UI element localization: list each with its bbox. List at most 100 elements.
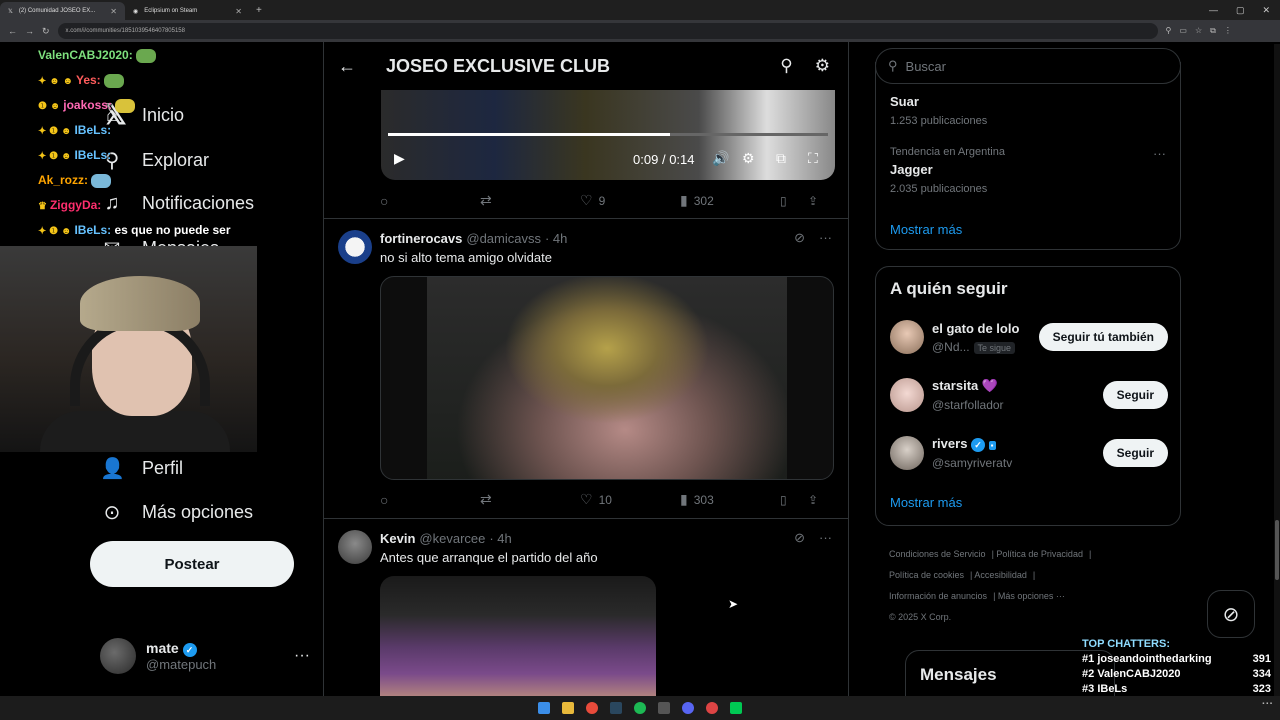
like-button[interactable]: ♡ 10 bbox=[580, 491, 680, 508]
avatar bbox=[890, 436, 924, 470]
footer-link[interactable]: Información de anuncios bbox=[889, 591, 987, 601]
more-dots-icon[interactable]: ··· bbox=[819, 530, 832, 546]
gear-icon[interactable]: ⚙ bbox=[815, 56, 830, 76]
discord-icon[interactable] bbox=[682, 702, 694, 714]
fullscreen-icon[interactable]: ⛶ bbox=[808, 150, 818, 167]
trend-item[interactable]: Tendencia en Argentina Jagger 2.035 publ… bbox=[890, 146, 1005, 195]
footer-link[interactable]: Política de cookies bbox=[889, 570, 964, 580]
tweet-author-name[interactable]: fortinerocavs bbox=[380, 231, 462, 246]
nav-item-mas-opciones[interactable]: ⊙ Más opciones bbox=[100, 500, 253, 525]
footer-link[interactable]: Condiciones de Servicio bbox=[889, 549, 986, 559]
obs-icon[interactable] bbox=[658, 702, 670, 714]
tweet-media-image[interactable] bbox=[380, 576, 656, 696]
follow-back-button[interactable]: Seguir tú también bbox=[1038, 323, 1168, 351]
browser-tab-x[interactable]: 𝕏 (2) Comunidad JOSEO EX... ✕ bbox=[0, 2, 125, 20]
reply-button[interactable]: ○ bbox=[380, 492, 480, 508]
more-dots-icon[interactable]: ··· bbox=[294, 647, 310, 665]
follow-suggestion[interactable]: starsita 💜 @starfollador Seguir bbox=[890, 375, 1168, 415]
bookmark-star-icon[interactable]: ☆ bbox=[1195, 26, 1202, 36]
gear-icon[interactable]: ⚙ bbox=[742, 150, 755, 167]
picture-in-picture-icon[interactable]: ⧉ bbox=[776, 150, 786, 167]
app-icon[interactable] bbox=[706, 702, 718, 714]
bookmark-icon[interactable]: ▯ bbox=[780, 493, 808, 507]
close-window-icon[interactable]: ✕ bbox=[1262, 5, 1270, 16]
close-tab-icon[interactable]: ✕ bbox=[110, 7, 117, 16]
emote-icon bbox=[91, 173, 112, 188]
tweet-author-handle[interactable]: @kevarcee bbox=[419, 531, 485, 546]
windows-start-icon[interactable] bbox=[538, 702, 550, 714]
reply-button[interactable]: ○ bbox=[380, 193, 480, 209]
search-icon[interactable]: ⚲ bbox=[780, 56, 792, 76]
show-more-link[interactable]: Mostrar más bbox=[890, 222, 962, 237]
follow-button[interactable]: Seguir bbox=[1102, 439, 1168, 467]
back-arrow-icon[interactable]: ← bbox=[338, 56, 356, 77]
close-tab-icon[interactable]: ✕ bbox=[235, 7, 242, 16]
more-dots-icon[interactable]: ··· bbox=[1153, 146, 1166, 161]
video-progress-bar[interactable] bbox=[388, 133, 828, 136]
footer-link[interactable]: Accesibilidad bbox=[974, 570, 1027, 580]
grok-icon[interactable]: ⊘ bbox=[1207, 590, 1255, 638]
system-tray[interactable]: ▪ ▪ ▪ bbox=[1262, 701, 1272, 708]
tweet-author-name[interactable]: Kevin bbox=[380, 531, 415, 546]
url-field[interactable]: x.com/i/communities/1851039546407805158 bbox=[57, 23, 1158, 39]
divider bbox=[324, 518, 848, 519]
like-button[interactable]: ♡ 9 bbox=[580, 192, 680, 209]
tab-title: (2) Comunidad JOSEO EX... bbox=[18, 8, 96, 14]
nav-item-perfil[interactable]: 👤 Perfil bbox=[100, 456, 183, 481]
avatar[interactable] bbox=[338, 230, 372, 264]
share-icon[interactable]: ⇪ bbox=[808, 493, 818, 507]
avatar[interactable] bbox=[338, 530, 372, 564]
show-more-link[interactable]: Mostrar más bbox=[890, 495, 962, 510]
tweet-time[interactable]: · 4h bbox=[489, 531, 511, 546]
kick-icon[interactable] bbox=[730, 702, 742, 714]
page-scrollbar[interactable] bbox=[1274, 44, 1280, 696]
post-button[interactable]: Postear bbox=[90, 541, 294, 587]
reply-icon: ○ bbox=[380, 491, 389, 508]
play-icon[interactable]: ▶ bbox=[394, 150, 405, 167]
follow-suggestion[interactable]: rivers ✓ ▪ @samyriveratv Seguir bbox=[890, 433, 1168, 473]
views-button[interactable]: ▮ 302 bbox=[680, 192, 780, 209]
scrollbar-thumb[interactable] bbox=[1275, 520, 1279, 580]
spotify-icon[interactable] bbox=[634, 702, 646, 714]
tweet-tools: ⊘ ··· bbox=[794, 230, 832, 246]
extensions-icon[interactable]: ⧉ bbox=[1210, 26, 1216, 36]
tweet-media-video[interactable] bbox=[380, 276, 834, 480]
reload-icon[interactable]: ↻ bbox=[42, 26, 50, 37]
footer-link[interactable]: Política de Privacidad bbox=[996, 549, 1083, 559]
more-dots-icon[interactable]: ··· bbox=[819, 230, 832, 246]
chat-message: ✦ ☻ ☻ Yes: bbox=[38, 73, 124, 88]
volume-icon[interactable]: 🔊 bbox=[712, 150, 729, 167]
account-switcher[interactable]: mate ✓ @matepuch ··· bbox=[100, 638, 310, 674]
zoom-icon[interactable]: ⚲ bbox=[1166, 26, 1172, 36]
nav-item-explorar[interactable]: ⚲ Explorar bbox=[100, 148, 209, 173]
menu-icon[interactable]: ⋮ bbox=[1224, 26, 1232, 36]
views-button[interactable]: ▮ 303 bbox=[680, 491, 780, 508]
share-icon[interactable]: ⇪ bbox=[808, 194, 818, 208]
steam-icon[interactable] bbox=[610, 702, 622, 714]
retweet-button[interactable]: ⇄ bbox=[480, 491, 580, 508]
chrome-icon[interactable] bbox=[586, 702, 598, 714]
footer-link[interactable]: Más opciones ··· bbox=[998, 591, 1065, 601]
file-explorer-icon[interactable] bbox=[562, 702, 574, 714]
back-nav-icon[interactable]: ← bbox=[8, 26, 17, 36]
tweet-author-handle[interactable]: @damicavss bbox=[466, 231, 541, 246]
nav-item-notificaciones[interactable]: ♫ Notificaciones bbox=[100, 192, 255, 215]
new-tab-icon[interactable]: + bbox=[250, 5, 268, 16]
follow-suggestion[interactable]: el gato de lolo @Nd... Te sigue Seguir tú… bbox=[890, 317, 1168, 357]
browser-tab-steam[interactable]: ◉ Eclipsium on Steam ✕ bbox=[125, 2, 250, 20]
bookmark-icon[interactable]: ▯ bbox=[780, 194, 808, 208]
video-time-separator: / bbox=[661, 152, 666, 167]
maximize-icon[interactable]: ▢ bbox=[1236, 5, 1245, 16]
trend-title: Suar bbox=[890, 94, 919, 109]
retweet-button[interactable]: ⇄ bbox=[480, 192, 580, 209]
grok-icon[interactable]: ⊘ bbox=[794, 530, 805, 546]
cast-icon[interactable]: ▭ bbox=[1179, 26, 1187, 36]
trend-item[interactable]: Suar 1.253 publicaciones bbox=[890, 90, 987, 127]
tweet-actions: ○ ⇄ ♡ 10 ▮ 303 ▯ ⇪ bbox=[380, 491, 840, 508]
minimize-icon[interactable]: — bbox=[1209, 5, 1218, 16]
tweet-time[interactable]: · 4h bbox=[545, 231, 567, 246]
follow-button[interactable]: Seguir bbox=[1102, 381, 1168, 409]
more-circle-icon: ⊙ bbox=[103, 502, 121, 524]
forward-nav-icon[interactable]: → bbox=[25, 26, 34, 36]
grok-icon[interactable]: ⊘ bbox=[794, 230, 805, 246]
